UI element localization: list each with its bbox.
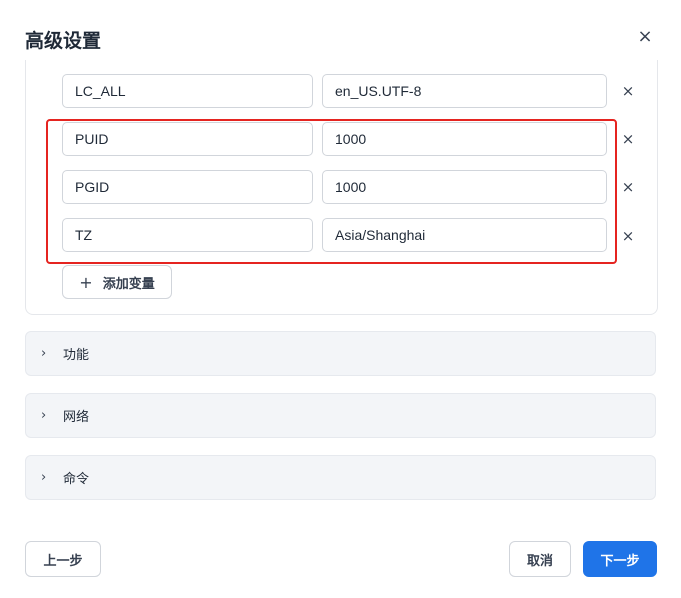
- section-command[interactable]: › 命令: [25, 455, 656, 500]
- remove-row-icon[interactable]: ×: [620, 179, 636, 195]
- previous-step-button[interactable]: 上一步: [25, 541, 101, 577]
- chevron-right-icon: ›: [41, 408, 47, 423]
- add-variable-label: 添加变量: [102, 276, 155, 292]
- env-value-input[interactable]: en_US.UTF-8: [322, 74, 607, 108]
- chevron-right-icon: ›: [41, 346, 47, 361]
- env-key-input[interactable]: LC_ALL: [62, 74, 313, 108]
- close-icon[interactable]: ×: [636, 28, 654, 46]
- next-step-button[interactable]: 下一步: [583, 541, 657, 577]
- env-key-input[interactable]: TZ: [62, 218, 313, 252]
- section-label: 命令: [63, 472, 90, 487]
- env-value-input[interactable]: 1000: [322, 122, 607, 156]
- plus-icon: +: [79, 272, 93, 292]
- section-label: 网络: [63, 410, 90, 425]
- advanced-settings-dialog: 高级设置 × LC_ALL en_US.UTF-8 × PUID 1000 × …: [0, 0, 681, 598]
- dialog-title: 高级设置: [25, 30, 102, 52]
- section-label: 功能: [63, 348, 90, 363]
- chevron-right-icon: ›: [41, 470, 47, 485]
- remove-row-icon[interactable]: ×: [620, 131, 636, 147]
- env-key-input[interactable]: PGID: [62, 170, 313, 204]
- section-features[interactable]: › 功能: [25, 331, 656, 376]
- section-network[interactable]: › 网络: [25, 393, 656, 438]
- env-value-input[interactable]: Asia/Shanghai: [322, 218, 607, 252]
- env-value-input[interactable]: 1000: [322, 170, 607, 204]
- add-variable-button[interactable]: + 添加变量: [62, 265, 172, 299]
- remove-row-icon[interactable]: ×: [620, 228, 636, 244]
- cancel-button[interactable]: 取消: [509, 541, 571, 577]
- env-key-input[interactable]: PUID: [62, 122, 313, 156]
- remove-row-icon[interactable]: ×: [620, 83, 636, 99]
